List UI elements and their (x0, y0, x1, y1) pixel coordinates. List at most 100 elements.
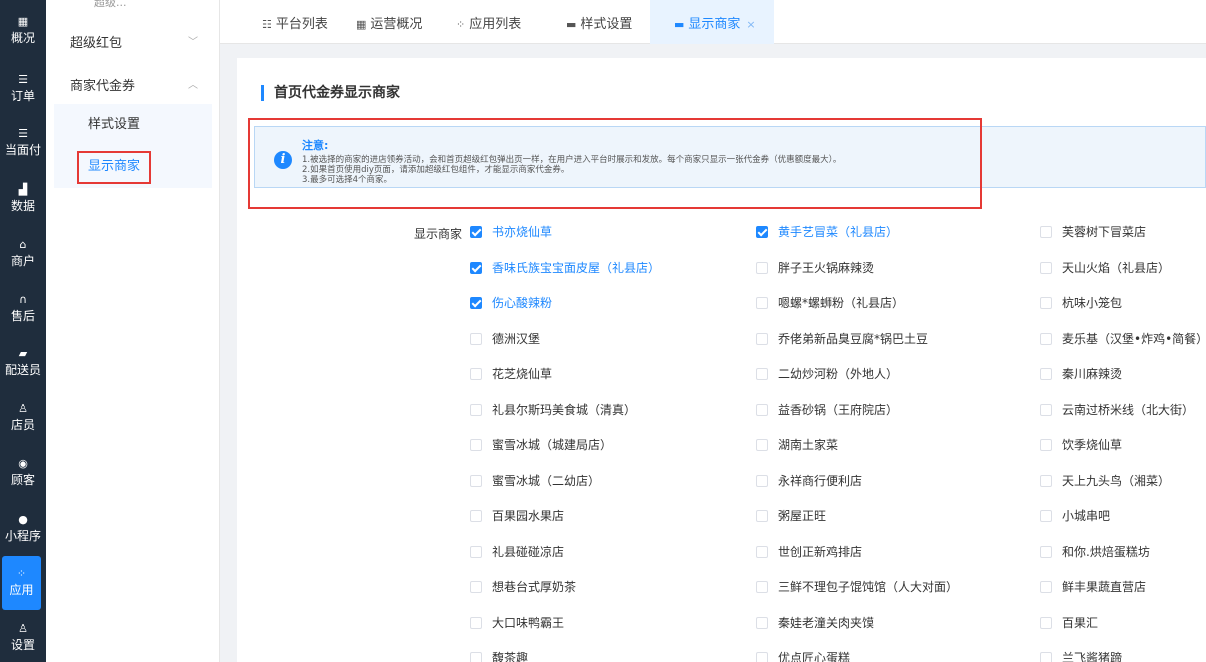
merchant-checkbox[interactable]: 秦娃老潼关肉夹馍 (756, 615, 874, 631)
checkbox-icon[interactable] (470, 439, 482, 451)
merchant-checkbox[interactable]: 乔佬弟新品臭豆腐*锅巴土豆 (756, 331, 928, 347)
merchant-checkbox[interactable]: 香味氏族宝宝面皮屋（礼县店） (470, 260, 660, 276)
checkbox-icon[interactable] (756, 581, 768, 593)
close-icon[interactable]: × (746, 18, 755, 31)
merchant-checkbox[interactable]: 饮季烧仙草 (1040, 437, 1122, 453)
merchant-checkbox[interactable]: 百果园水果店 (470, 508, 564, 524)
checkbox-icon[interactable] (756, 332, 768, 345)
checkbox-icon[interactable] (1040, 368, 1052, 380)
merchant-checkbox[interactable]: 芙蓉树下冒菜店 (1040, 224, 1146, 240)
checkbox-icon[interactable] (470, 616, 482, 629)
merchant-checkbox[interactable]: 三鲜不理包子馄饨馆（人大对面） (756, 579, 958, 595)
checkbox-checked-icon[interactable] (470, 261, 482, 274)
submenu-item-show-merchants[interactable]: 显示商家 (54, 146, 212, 188)
checkbox-icon[interactable] (1040, 545, 1052, 558)
nav-item[interactable]: ▰ 配送员 (0, 336, 46, 390)
checkbox-checked-icon[interactable] (756, 226, 768, 238)
tab-style-settings[interactable]: ▬ 样式设置 (566, 0, 632, 44)
merchant-checkbox[interactable]: 云南过桥米线（北大街） (1040, 402, 1194, 418)
merchant-checkbox[interactable]: 黄手艺冒菜（礼县店） (756, 224, 898, 240)
merchant-checkbox[interactable]: 想巷台式厚奶茶 (470, 579, 576, 595)
nav-item[interactable]: ☰ 订单 (0, 62, 46, 116)
checkbox-icon[interactable] (756, 297, 768, 309)
checkbox-icon[interactable] (756, 439, 768, 451)
tab-platform-list[interactable]: ☷ 平台列表 (262, 0, 328, 44)
merchant-checkbox[interactable]: 优点匠心蛋糕 (756, 650, 850, 662)
merchant-checkbox[interactable]: 粥屋正旺 (756, 508, 826, 524)
checkbox-icon[interactable] (756, 652, 768, 662)
nav-item[interactable]: ◉ 顾客 (0, 446, 46, 500)
merchant-checkbox[interactable]: 大口味鸭霸王 (470, 615, 564, 631)
merchant-checkbox[interactable]: 兰飞酱猪蹄 (1040, 650, 1122, 662)
nav-item[interactable]: ♙ 店员 (0, 391, 46, 445)
nav-item[interactable]: ● 小程序 (0, 502, 46, 556)
checkbox-icon[interactable] (1040, 297, 1052, 309)
checkbox-icon[interactable] (470, 474, 482, 487)
checkbox-icon[interactable] (756, 545, 768, 558)
merchant-checkbox[interactable]: 德洲汉堡 (470, 331, 540, 347)
submenu-truncated-item[interactable]: 超级... (94, 0, 127, 10)
merchant-checkbox[interactable]: 益香砂锅（王府院店） (756, 402, 898, 418)
chevron-down-icon[interactable]: ﹀ (188, 33, 198, 48)
merchant-checkbox[interactable]: 胖子王火锅麻辣烫 (756, 260, 874, 276)
checkbox-icon[interactable] (470, 545, 482, 558)
checkbox-icon[interactable] (470, 652, 482, 662)
merchant-checkbox[interactable]: 礼县碰碰凉店 (470, 544, 564, 560)
merchant-checkbox[interactable]: 书亦烧仙草 (470, 224, 552, 240)
chevron-up-icon[interactable]: ︿ (188, 76, 198, 91)
nav-item[interactable]: ⁘ 应用 (2, 556, 41, 610)
merchant-checkbox[interactable]: 花芝烧仙草 (470, 366, 552, 382)
checkbox-icon[interactable] (1040, 474, 1052, 487)
merchant-checkbox[interactable]: 秦川麻辣烫 (1040, 366, 1122, 382)
nav-item[interactable]: ⌂ 商户 (0, 227, 46, 281)
merchant-checkbox[interactable]: 馥茶趣 (470, 650, 528, 662)
nav-item[interactable]: ♙ 设置 (0, 611, 46, 662)
merchant-checkbox[interactable]: 麦乐基（汉堡•炸鸡•简餐） (1040, 331, 1206, 347)
checkbox-icon[interactable] (1040, 332, 1052, 345)
nav-item[interactable]: ▟ 数据 (0, 172, 46, 226)
merchant-checkbox[interactable]: 鲜丰果蔬直营店 (1040, 579, 1146, 595)
checkbox-icon[interactable] (756, 368, 768, 380)
submenu-group-super-redpacket[interactable]: 超级红包 (70, 32, 122, 51)
merchant-checkbox[interactable]: 天上九头鸟（湘菜） (1040, 473, 1170, 489)
checkbox-icon[interactable] (1040, 581, 1052, 593)
checkbox-icon[interactable] (756, 403, 768, 416)
submenu-group-merchant-voucher[interactable]: 商家代金券 (70, 75, 135, 94)
checkbox-icon[interactable] (1040, 439, 1052, 451)
nav-item[interactable]: ▦ 概况 (0, 4, 46, 58)
merchant-checkbox[interactable]: 世创正新鸡排店 (756, 544, 862, 560)
checkbox-icon[interactable] (1040, 226, 1052, 238)
merchant-checkbox[interactable]: 伤心酸辣粉 (470, 295, 552, 311)
checkbox-icon[interactable] (1040, 616, 1052, 629)
merchant-checkbox[interactable]: 永祥商行便利店 (756, 473, 862, 489)
nav-item[interactable]: ∩ 售后 (0, 282, 46, 336)
checkbox-icon[interactable] (1040, 652, 1052, 662)
checkbox-icon[interactable] (470, 510, 482, 522)
checkbox-icon[interactable] (756, 474, 768, 487)
nav-item[interactable]: ☰ 当面付 (0, 116, 46, 170)
checkbox-icon[interactable] (470, 403, 482, 416)
checkbox-icon[interactable] (470, 332, 482, 345)
merchant-checkbox[interactable]: 百果汇 (1040, 615, 1098, 631)
checkbox-icon[interactable] (1040, 403, 1052, 416)
tab-app-list[interactable]: ⁘ 应用列表 (456, 0, 521, 44)
merchant-checkbox[interactable]: 湖南土家菜 (756, 437, 838, 453)
checkbox-icon[interactable] (756, 510, 768, 522)
merchant-checkbox[interactable]: 礼县尔斯玛美食城（清真） (470, 402, 636, 418)
merchant-checkbox[interactable]: 杭味小笼包 (1040, 295, 1122, 311)
checkbox-icon[interactable] (756, 616, 768, 629)
merchant-checkbox[interactable]: 和你.烘焙蛋糕坊 (1040, 544, 1150, 560)
checkbox-icon[interactable] (1040, 510, 1052, 522)
merchant-checkbox[interactable]: 天山火焰（礼县店） (1040, 260, 1170, 276)
merchant-checkbox[interactable]: 二幼炒河粉（外地人） (756, 366, 898, 382)
checkbox-icon[interactable] (470, 368, 482, 380)
submenu-item-style-settings[interactable]: 样式设置 (54, 104, 212, 146)
merchant-checkbox[interactable]: 蜜雪冰城（二幼店） (470, 473, 600, 489)
checkbox-icon[interactable] (756, 261, 768, 274)
checkbox-icon[interactable] (470, 581, 482, 593)
merchant-checkbox[interactable]: 嗯螺*螺蛳粉（礼县店） (756, 295, 904, 311)
merchant-checkbox[interactable]: 蜜雪冰城（城建局店） (470, 437, 612, 453)
tab-show-merchants[interactable]: ▬ 显示商家 × (650, 0, 774, 44)
checkbox-checked-icon[interactable] (470, 297, 482, 309)
tab-operations-overview[interactable]: ▦ 运营概况 (356, 0, 422, 44)
